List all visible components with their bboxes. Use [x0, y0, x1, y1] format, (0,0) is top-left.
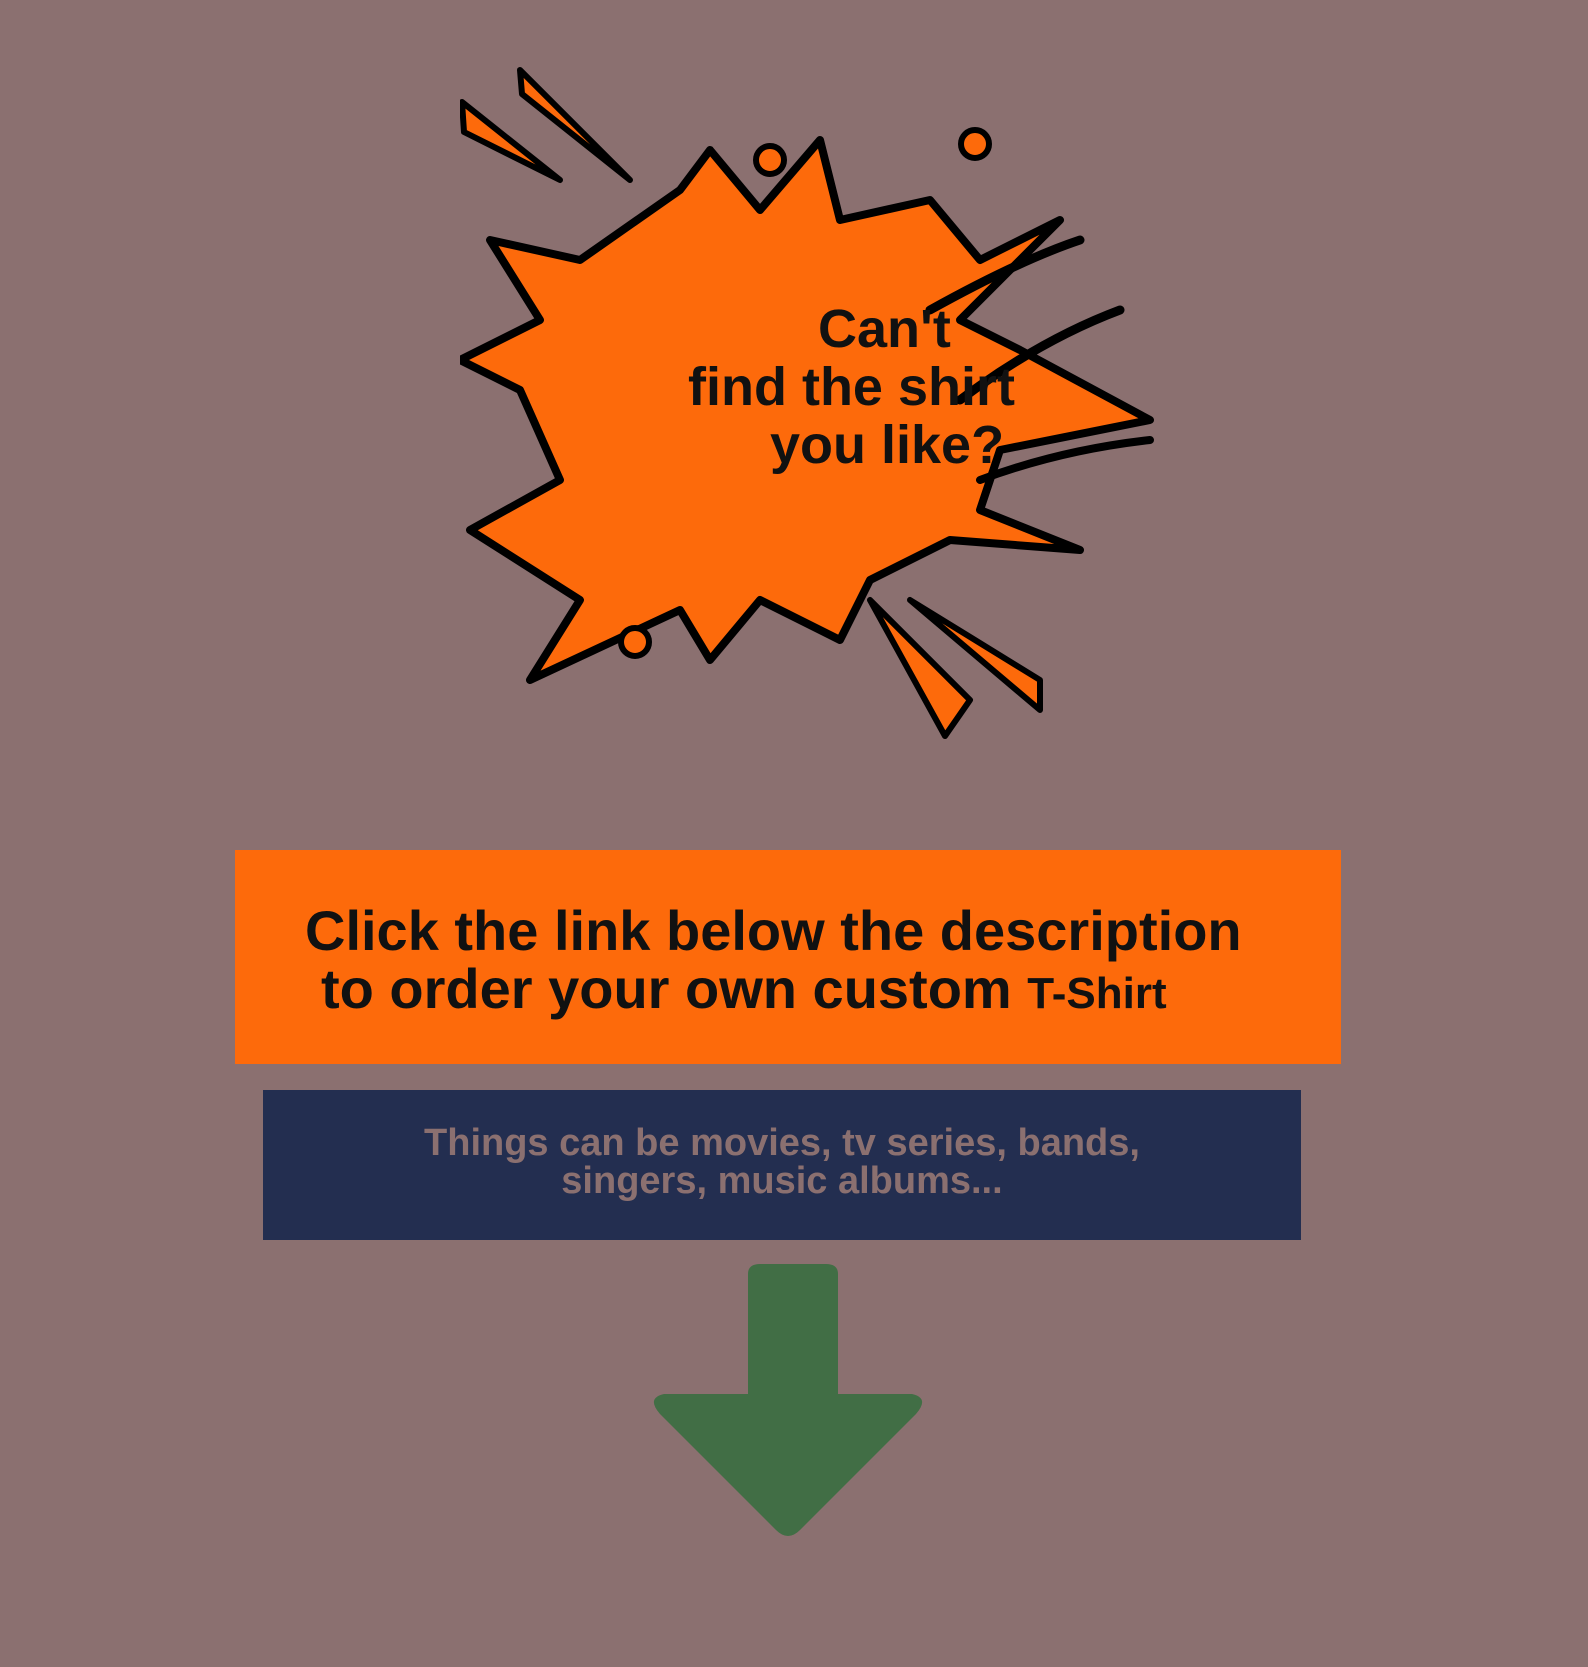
comic-burst: Can't find the shirt you like?: [460, 60, 1180, 760]
arrow-down-icon: [630, 1262, 930, 1562]
cta-line-2-tshirt: T-Shirt: [1027, 969, 1167, 1018]
info-banner: Things can be movies, tv series, bands, …: [263, 1090, 1301, 1240]
cta-line-2: to order your own custom T-Shirt: [321, 956, 1167, 1021]
burst-heading: Can't find the shirt you like?: [570, 299, 1015, 475]
info-line-1: Things can be movies, tv series, bands,: [424, 1122, 1140, 1164]
info-line-2: singers, music albums...: [561, 1160, 1003, 1202]
cta-line-2-main: to order your own custom: [321, 957, 1012, 1020]
promo-page: Can't find the shirt you like? Click the…: [0, 0, 1588, 1667]
cta-line-1: Click the link below the description: [305, 899, 1242, 962]
cta-banner: Click the link below the description to …: [235, 850, 1341, 1064]
burst-line-2: find the shirt: [688, 357, 1015, 417]
burst-line-3: you like?: [770, 415, 1005, 475]
burst-line-1: Can't: [818, 299, 951, 359]
